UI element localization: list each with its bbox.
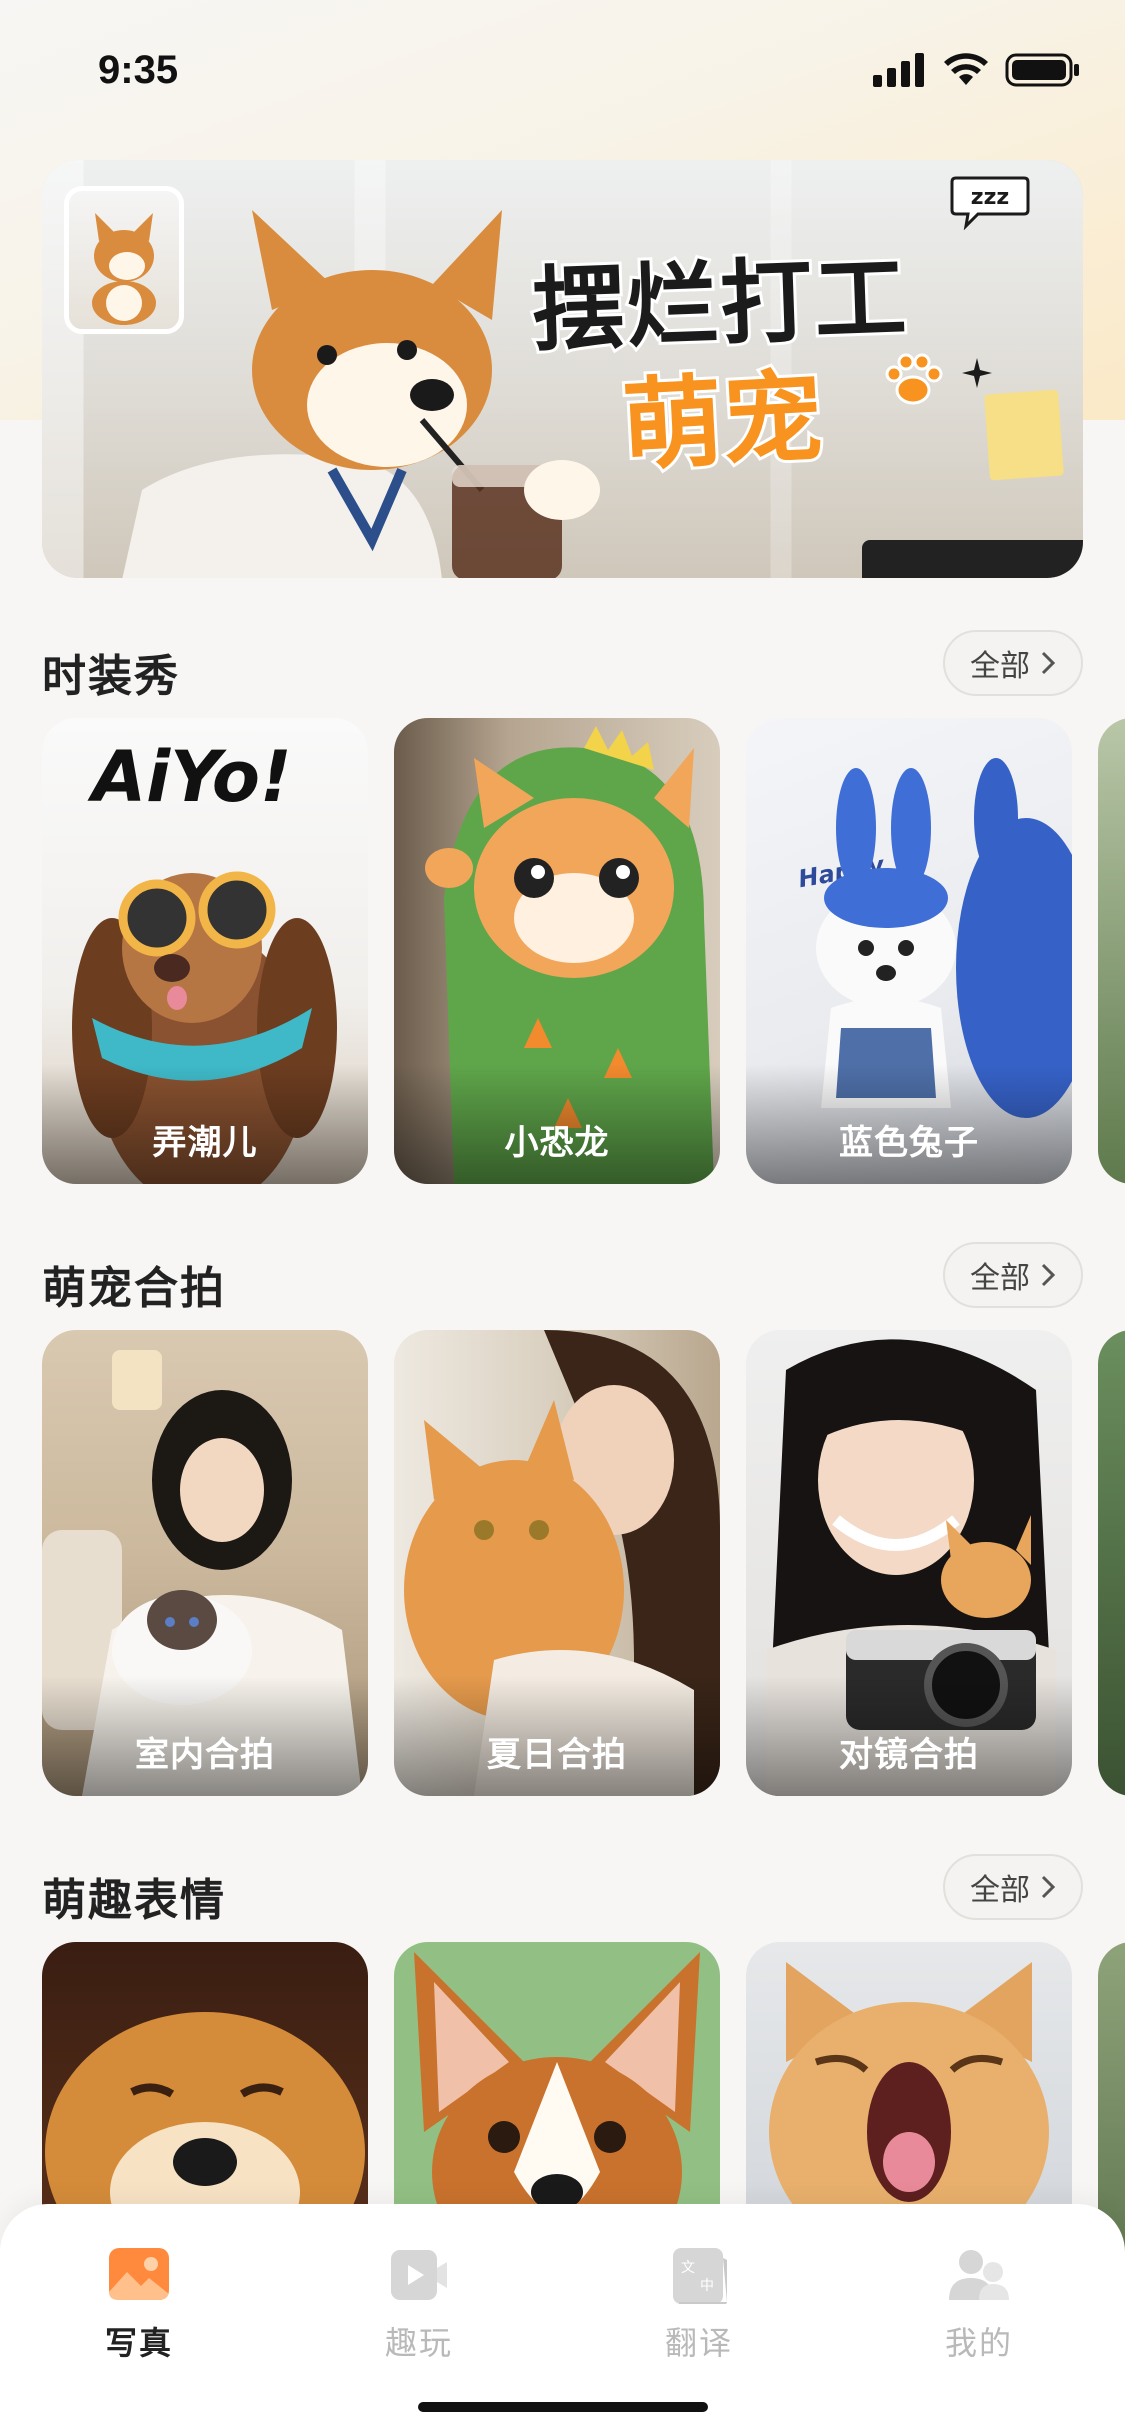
- style-card[interactable]: 夏日合拍: [394, 1330, 720, 1796]
- section-title: 时装秀: [42, 651, 180, 702]
- tab-translate[interactable]: 文 中 翻译: [629, 2248, 769, 2364]
- style-card[interactable]: 室内合拍: [42, 1330, 368, 1796]
- style-card-peek[interactable]: [1098, 1330, 1125, 1796]
- wifi-icon: [944, 53, 988, 85]
- view-all-label: 全部: [970, 1873, 1030, 1908]
- chevron-right-icon: [1041, 651, 1056, 675]
- section-title: 萌趣表情: [42, 1875, 226, 1926]
- svg-text:中: 中: [700, 2278, 714, 2294]
- bubble-text: zzz: [971, 185, 1009, 210]
- paw-icon: [885, 353, 943, 405]
- sticky-note: [984, 389, 1064, 481]
- view-all-label: 全部: [970, 1261, 1030, 1296]
- style-card[interactable]: 对镜合拍: [746, 1330, 1072, 1796]
- battery-icon: [1005, 53, 1079, 87]
- tab-fun-play[interactable]: 趣玩: [349, 2248, 489, 2364]
- view-all-button[interactable]: 全部: [943, 1854, 1083, 1920]
- style-card[interactable]: Happy 蓝色兔子: [746, 718, 1072, 1184]
- corgi-thumbnail-icon: [92, 213, 156, 325]
- promo-banner[interactable]: zzz 摆烂打工 萌宠: [42, 160, 1083, 578]
- view-all-button[interactable]: 全部: [943, 1242, 1083, 1308]
- tab-photo[interactable]: 写真: [69, 2248, 209, 2364]
- tab-profile[interactable]: 我的: [909, 2248, 1049, 2364]
- photo-icon: [109, 2248, 169, 2304]
- style-card-peek[interactable]: [1098, 718, 1125, 1184]
- card-label: 室内合拍: [135, 1735, 275, 1775]
- cellular-signal-icon: [873, 53, 924, 87]
- svg-text:文: 文: [681, 2260, 695, 2276]
- tab-label: 我的: [944, 2324, 1013, 2362]
- card-overlay-text: AiYo!: [92, 736, 292, 818]
- view-all-label: 全部: [970, 649, 1030, 684]
- card-label: 夏日合拍: [487, 1735, 627, 1775]
- card-label: 小恐龙: [504, 1123, 610, 1163]
- chevron-right-icon: [1041, 1263, 1056, 1287]
- card-carousel[interactable]: 室内合拍 夏日合拍 对镜合拍: [42, 1330, 1125, 1796]
- card-label: 蓝色兔子: [839, 1123, 979, 1163]
- status-icons: [873, 52, 1081, 88]
- sparkle-icon: [962, 358, 992, 388]
- translate-icon: 文 中: [669, 2248, 729, 2304]
- tab-label: 写真: [104, 2324, 173, 2362]
- home-indicator: [418, 2402, 708, 2412]
- status-bar: 9:35: [0, 0, 1125, 150]
- card-carousel[interactable]: AiYo! 弄潮儿 小恐龙 Happy 蓝色兔子: [42, 718, 1125, 1184]
- status-time: 9:35: [98, 48, 179, 92]
- card-label: 对镜合拍: [839, 1735, 979, 1775]
- card-label: 弄潮儿: [152, 1123, 258, 1163]
- profile-icon: [949, 2248, 1009, 2304]
- play-video-icon: [389, 2248, 449, 2304]
- view-all-button[interactable]: 全部: [943, 630, 1083, 696]
- tab-label: 翻译: [664, 2324, 733, 2362]
- style-card[interactable]: 小恐龙: [394, 718, 720, 1184]
- banner-subtitle: 萌宠: [617, 355, 829, 488]
- section-title: 萌宠合拍: [42, 1263, 226, 1314]
- banner-thumbnail: [64, 186, 184, 334]
- style-card[interactable]: AiYo! 弄潮儿: [42, 718, 368, 1184]
- chevron-right-icon: [1041, 1875, 1056, 1899]
- keyboard: [862, 540, 1083, 578]
- sleep-bubble-icon: zzz: [950, 176, 1030, 231]
- tab-label: 趣玩: [384, 2324, 453, 2362]
